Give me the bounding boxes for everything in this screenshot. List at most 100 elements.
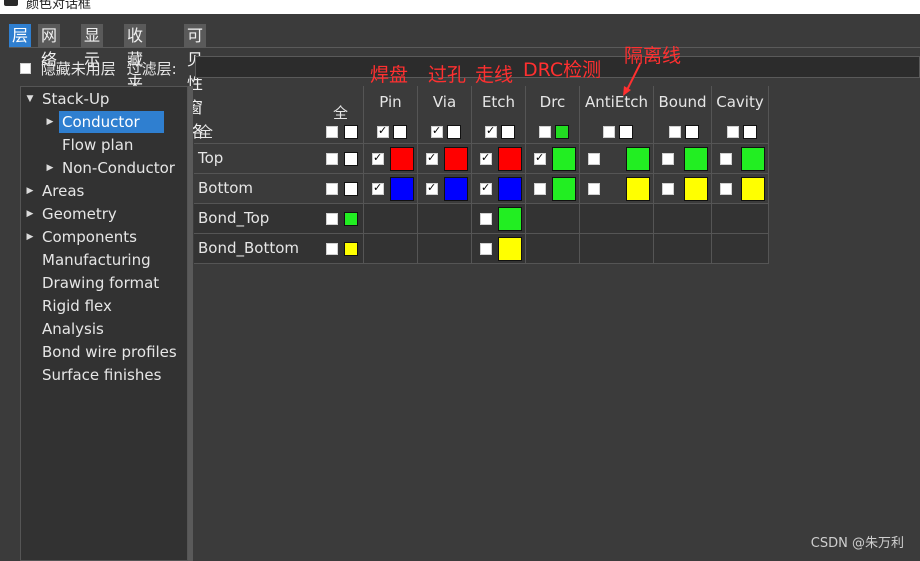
column-visibility-checkbox[interactable] [726, 126, 739, 138]
column-visibility-checkbox[interactable] [539, 126, 551, 138]
tree-item-label: Drawing format [42, 274, 160, 292]
cell-visibility-checkbox[interactable] [720, 153, 732, 165]
layer-cell [712, 234, 769, 264]
filter-label: 过滤层: [126, 60, 177, 78]
collapsed-arrow-icon[interactable]: ▶ [23, 203, 37, 225]
cell-visibility-checkbox[interactable] [480, 243, 492, 255]
column-visibility-checkbox[interactable] [431, 124, 443, 138]
annotation-arrow [623, 63, 641, 96]
column-color-swatch[interactable] [447, 125, 461, 139]
cell-color-swatch[interactable] [498, 207, 522, 231]
cell-visibility-checkbox[interactable] [720, 183, 732, 195]
layer-cell [654, 234, 712, 264]
column-color-swatch[interactable] [501, 125, 515, 139]
column-header-label: Via [432, 93, 457, 111]
cell-color-swatch[interactable] [444, 177, 468, 201]
cell-color-swatch[interactable] [390, 177, 414, 201]
tab-divider [9, 47, 920, 48]
row-visibility-checkbox[interactable] [326, 213, 338, 225]
options-bar: 隐藏未用层 过滤层: [20, 58, 177, 80]
cell-visibility-checkbox[interactable] [588, 153, 600, 165]
column-header-bound: Bound [654, 86, 712, 143]
layer-cell [580, 144, 654, 174]
cell-color-swatch[interactable] [390, 147, 414, 171]
cell-color-swatch[interactable] [741, 147, 765, 171]
annotation-drc: DRC检测 [523, 59, 602, 81]
row-color-swatch[interactable] [344, 242, 358, 256]
row-visibility-checkbox[interactable] [326, 153, 338, 165]
expanded-arrow-icon[interactable]: ▼ [23, 88, 37, 110]
column-visibility-checkbox[interactable] [669, 126, 681, 138]
cell-visibility-checkbox[interactable] [480, 181, 492, 195]
cell-visibility-checkbox[interactable] [662, 153, 674, 165]
tab-display[interactable]: 显示 [81, 24, 104, 69]
hide-unused-checkbox[interactable] [20, 63, 31, 74]
layer-cell [580, 174, 654, 204]
window-titlebar: 颜色对话框 [0, 0, 920, 14]
cell-visibility-checkbox[interactable] [480, 213, 492, 225]
collapsed-arrow-icon[interactable]: ▶ [43, 157, 57, 179]
row-visibility-checkbox[interactable] [326, 183, 338, 195]
cell-visibility-checkbox[interactable] [372, 151, 384, 165]
cell-color-swatch[interactable] [498, 147, 522, 171]
tree-item-label: Bond wire profiles [42, 343, 177, 361]
cell-color-swatch[interactable] [444, 147, 468, 171]
cell-color-swatch[interactable] [626, 177, 650, 201]
column-color-swatch[interactable] [393, 125, 407, 139]
cell-color-swatch[interactable] [684, 177, 708, 201]
column-color-swatch[interactable] [742, 125, 757, 139]
tab-layers[interactable]: 层 [9, 24, 32, 48]
all-visibility-checkbox[interactable] [326, 126, 338, 138]
cell-visibility-checkbox[interactable] [588, 183, 600, 195]
watermark: CSDN @朱万利 [810, 536, 904, 551]
cell-color-swatch[interactable] [684, 147, 708, 171]
row-color-swatch[interactable] [344, 182, 358, 196]
cell-visibility-checkbox[interactable] [662, 183, 674, 195]
row-color-swatch[interactable] [344, 152, 358, 166]
tab-favorites[interactable]: 收藏夹 [124, 24, 147, 93]
layer-row-label: Bond_Top [198, 209, 270, 227]
app-icon [4, 0, 18, 6]
row-color-swatch[interactable] [344, 212, 358, 226]
tab-visibility-pane[interactable]: 可见性窗格 [184, 24, 207, 141]
column-visibility-checkbox[interactable] [603, 126, 615, 138]
layer-cell [526, 144, 580, 174]
column-color-swatch[interactable] [555, 125, 569, 139]
cell-color-swatch[interactable] [552, 147, 576, 171]
cell-visibility-checkbox[interactable] [534, 151, 546, 165]
column-header-label: Etch [481, 93, 516, 111]
column-color-swatch[interactable] [619, 125, 633, 139]
cell-visibility-checkbox[interactable] [534, 183, 546, 195]
column-header-via: Via [418, 86, 472, 143]
tree-item-label: Conductor [59, 111, 164, 133]
column-color-swatch[interactable] [685, 125, 699, 139]
collapsed-arrow-icon[interactable]: ▶ [23, 180, 37, 202]
cell-color-swatch[interactable] [741, 177, 765, 201]
tab-nets[interactable]: 网络 [38, 24, 61, 69]
annotation-trace: 走线 [475, 64, 514, 86]
pane-splitter[interactable] [188, 86, 193, 561]
cell-visibility-checkbox[interactable] [372, 181, 384, 195]
layer-cell [364, 204, 418, 234]
tree-item-label: Components [42, 228, 137, 246]
collapsed-arrow-icon[interactable]: ▶ [23, 226, 37, 248]
cell-color-swatch[interactable] [552, 177, 576, 201]
cell-color-swatch[interactable] [626, 147, 650, 171]
cell-color-swatch[interactable] [498, 177, 522, 201]
layer-class-tree: ▼ Stack-Up ▶ Conductor Flow plan ▶ Non-Conduct… [20, 86, 188, 561]
row-visibility-checkbox[interactable] [326, 243, 338, 255]
all-row-label: 全 [198, 123, 214, 141]
cell-visibility-checkbox[interactable] [426, 151, 438, 165]
layer-cell [580, 204, 654, 234]
cell-visibility-checkbox[interactable] [426, 181, 438, 195]
column-header-pin: Pin [364, 86, 418, 143]
layer-row: Bond_Top [194, 203, 769, 234]
layer-cell [364, 174, 418, 204]
column-visibility-checkbox[interactable] [485, 124, 497, 138]
all-color-swatch[interactable] [344, 125, 358, 139]
column-visibility-checkbox[interactable] [377, 124, 389, 138]
cell-color-swatch[interactable] [498, 237, 522, 261]
collapsed-arrow-icon[interactable]: ▶ [43, 111, 57, 133]
layer-cell [472, 144, 526, 174]
cell-visibility-checkbox[interactable] [480, 151, 492, 165]
